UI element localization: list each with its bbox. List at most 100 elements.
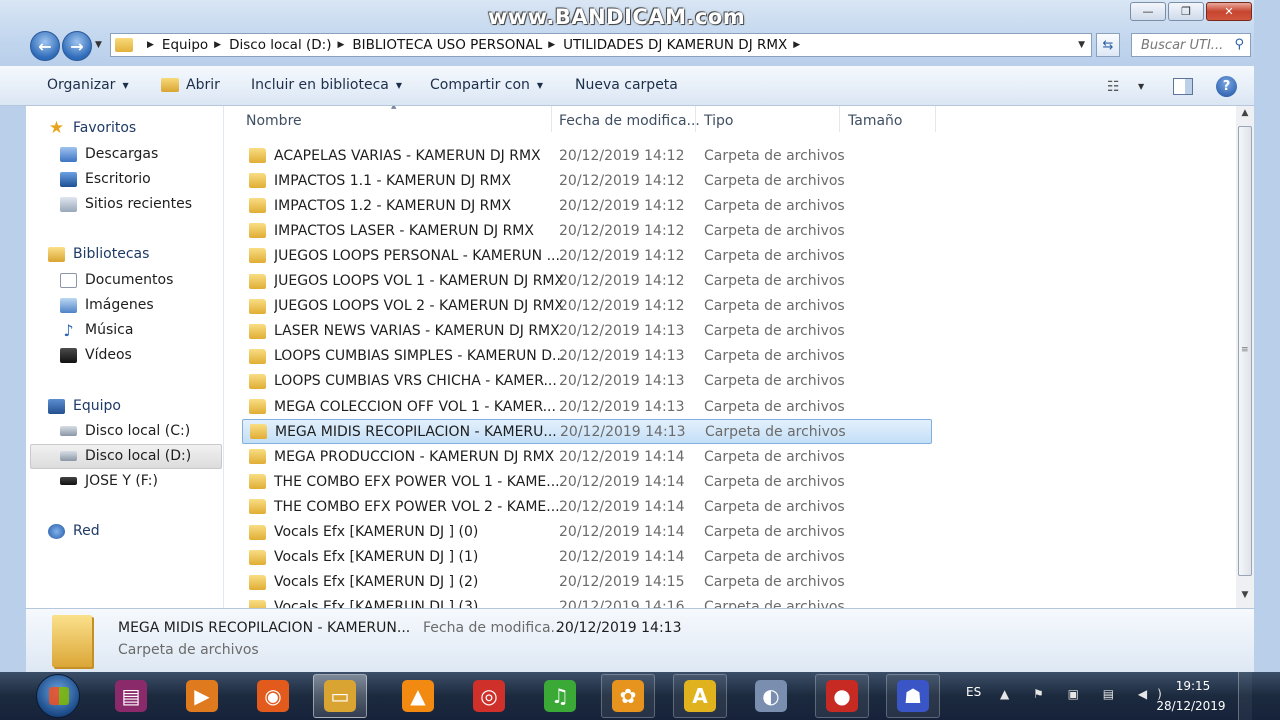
folder-icon: [115, 38, 133, 52]
scroll-down-icon[interactable]: ▼: [1236, 590, 1254, 606]
file-date: 20/12/2019 14:16: [559, 599, 685, 608]
game-app-icon: ☗: [897, 680, 929, 712]
scrollbar-thumb[interactable]: ≡: [1238, 126, 1252, 576]
breadcrumb-biblioteca[interactable]: BIBLIOTECA USO PERSONAL: [352, 37, 542, 53]
address-bar[interactable]: ▶ Equipo ▶ Disco local (D:) ▶ BIBLIOTECA…: [110, 33, 1092, 57]
taskbar-app-button[interactable]: ▭: [313, 674, 367, 718]
column-divider[interactable]: [551, 106, 552, 132]
file-row[interactable]: LASER NEWS VARIAS - KAMERUN DJ RMX 20/12/…: [242, 319, 932, 344]
breadcrumb-disco-d[interactable]: Disco local (D:): [229, 37, 331, 53]
usb-drive-icon: [60, 477, 77, 485]
column-header-name[interactable]: Nombre: [246, 113, 302, 129]
nav-favorites[interactable]: ★ Favoritos: [48, 119, 136, 136]
show-desktop-button[interactable]: [1238, 672, 1252, 720]
clock-date[interactable]: 28/12/2019: [1151, 699, 1231, 713]
file-row[interactable]: JUEGOS LOOPS VOL 1 - KAMERUN DJ RMX 20/12…: [242, 269, 932, 294]
caret-down-icon[interactable]: ▼: [1138, 82, 1144, 91]
taskbar-app-button[interactable]: ◉: [246, 674, 300, 718]
file-row[interactable]: LOOPS CUMBIAS VRS CHICHA - KAMER... 20/12…: [242, 369, 932, 394]
share-with-menu[interactable]: Compartir con ▼: [430, 77, 543, 93]
column-divider[interactable]: [839, 106, 840, 132]
nav-computer[interactable]: Equipo: [48, 398, 121, 414]
file-row[interactable]: THE COMBO EFX POWER VOL 1 - KAME... 20/12…: [242, 469, 932, 494]
nav-drive-f[interactable]: JOSE Y (F:): [60, 473, 158, 489]
organize-menu[interactable]: Organizar ▼: [47, 77, 129, 93]
scroll-up-icon[interactable]: ▲: [1236, 108, 1254, 124]
file-row[interactable]: Vocals Efx [KAMERUN DJ ] (0) 20/12/2019 1…: [242, 520, 932, 545]
taskbar-app-button[interactable]: ✿: [601, 674, 655, 718]
chevron-right-icon[interactable]: ▶: [337, 40, 344, 50]
search-input[interactable]: Buscar UTI... ⚲: [1131, 33, 1251, 57]
include-library-menu[interactable]: Incluir en biblioteca ▼: [251, 77, 402, 93]
nav-desktop[interactable]: Escritorio: [60, 171, 151, 187]
file-row[interactable]: ACAPELAS VARIAS - KAMERUN DJ RMX 20/12/20…: [242, 143, 932, 168]
taskbar: ▤ ▶ ◉ ▭ ▲ ◎ ♫ ✿ A ◐ ● ☗ ES ▲ ⚑ ▣ ▤ ◀) 19:15 28/12/2…: [0, 672, 1280, 720]
refresh-button[interactable]: ⇆: [1096, 33, 1120, 57]
close-button[interactable]: ✕: [1206, 2, 1252, 21]
file-row[interactable]: MEGA PRODUCCION - KAMERUN DJ RMX 20/12/20…: [242, 444, 932, 469]
taskbar-app-button[interactable]: ▲: [391, 674, 445, 718]
file-type: Carpeta de archivos: [704, 599, 845, 608]
language-indicator[interactable]: ES: [966, 685, 981, 699]
search-icon[interactable]: ⚲: [1234, 37, 1244, 52]
file-row[interactable]: Vocals Efx [KAMERUN DJ ] (1) 20/12/2019 1…: [242, 545, 932, 570]
nav-videos[interactable]: Vídeos: [60, 347, 132, 363]
nav-drive-c[interactable]: Disco local (C:): [60, 423, 190, 439]
taskbar-app-button[interactable]: ●: [815, 674, 869, 718]
chevron-right-icon[interactable]: ▶: [147, 40, 154, 50]
nav-images[interactable]: Imágenes: [60, 297, 154, 313]
column-divider[interactable]: [695, 106, 696, 132]
file-row[interactable]: IMPACTOS 1.1 - KAMERUN DJ RMX 20/12/2019 …: [242, 168, 932, 193]
clock-time[interactable]: 19:15: [1173, 679, 1213, 693]
nav-music[interactable]: ♪ Música: [60, 322, 133, 338]
vertical-scrollbar[interactable]: ▲ ≡ ▼: [1236, 106, 1254, 608]
breadcrumb-equipo[interactable]: Equipo: [162, 37, 208, 53]
nav-downloads[interactable]: Descargas: [60, 146, 158, 162]
nav-drive-d[interactable]: Disco local (D:): [60, 448, 191, 464]
forward-button[interactable]: →: [62, 31, 92, 61]
file-row[interactable]: LOOPS CUMBIAS SIMPLES - KAMERUN D... 20/1…: [242, 344, 932, 369]
recent-pages-dropdown[interactable]: ▼: [95, 40, 102, 50]
help-icon[interactable]: ?: [1216, 76, 1237, 97]
file-row[interactable]: JUEGOS LOOPS PERSONAL - KAMERUN ... 20/12…: [242, 243, 932, 268]
preview-pane-icon[interactable]: [1173, 78, 1193, 95]
file-row[interactable]: MEGA MIDIS RECOPILACION - KAMERU... 20/12…: [242, 419, 932, 445]
minimize-button[interactable]: —: [1130, 2, 1166, 21]
file-row[interactable]: MEGA COLECCION OFF VOL 1 - KAMER... 20/12…: [242, 394, 932, 419]
column-header-type[interactable]: Tipo: [704, 113, 733, 129]
new-folder-button[interactable]: Nueva carpeta: [575, 77, 678, 93]
column-header-size[interactable]: Tamaño: [848, 113, 902, 129]
column-divider[interactable]: [935, 106, 936, 132]
nav-network[interactable]: Red: [48, 523, 100, 539]
taskbar-app-button[interactable]: ☗: [886, 674, 940, 718]
window-frame-left: [0, 106, 26, 672]
chevron-right-icon[interactable]: ▶: [548, 40, 555, 50]
address-dropdown[interactable]: ▼: [1078, 40, 1085, 50]
chevron-right-icon[interactable]: ▶: [214, 40, 221, 50]
nav-recent-places[interactable]: Sitios recientes: [60, 196, 192, 212]
file-row[interactable]: Vocals Efx [KAMERUN DJ ] (2) 20/12/2019 1…: [242, 570, 932, 595]
taskbar-app-button[interactable]: ▶: [175, 674, 229, 718]
nav-documents[interactable]: Documentos: [60, 272, 173, 288]
file-row[interactable]: JUEGOS LOOPS VOL 2 - KAMERUN DJ RMX 20/12…: [242, 294, 932, 319]
start-button[interactable]: [36, 674, 80, 718]
file-row[interactable]: IMPACTOS 1.2 - KAMERUN DJ RMX 20/12/2019 …: [242, 193, 932, 218]
maximize-button[interactable]: ❐: [1168, 2, 1204, 21]
nav-libraries[interactable]: Bibliotecas: [48, 246, 149, 262]
taskbar-app-button[interactable]: ♫: [533, 674, 587, 718]
file-row[interactable]: Vocals Efx [KAMERUN DJ ] (3) 20/12/2019 1…: [242, 595, 932, 608]
file-row[interactable]: IMPACTOS LASER - KAMERUN DJ RMX 20/12/201…: [242, 218, 932, 243]
breadcrumb-utilidades[interactable]: UTILIDADES DJ KAMERUN DJ RMX: [563, 37, 787, 53]
chevron-right-icon[interactable]: ▶: [793, 40, 800, 50]
taskbar-app-button[interactable]: ◎: [462, 674, 516, 718]
column-header-date[interactable]: Fecha de modifica...: [559, 113, 700, 129]
view-options-icon[interactable]: ☷: [1107, 79, 1120, 95]
back-button[interactable]: ←: [30, 31, 60, 61]
taskbar-app-button[interactable]: ◐: [744, 674, 798, 718]
taskbar-app-button[interactable]: A: [673, 674, 727, 718]
open-button[interactable]: Abrir: [161, 77, 220, 93]
taskbar-app-button[interactable]: ▤: [104, 674, 158, 718]
file-row[interactable]: THE COMBO EFX POWER VOL 2 - KAME... 20/12…: [242, 494, 932, 519]
system-tray-icons[interactable]: ▲ ⚑ ▣ ▤ ◀): [1000, 687, 1172, 701]
navigation-pane: ★ Favoritos Descargas Escritorio Sitios r…: [26, 106, 224, 608]
